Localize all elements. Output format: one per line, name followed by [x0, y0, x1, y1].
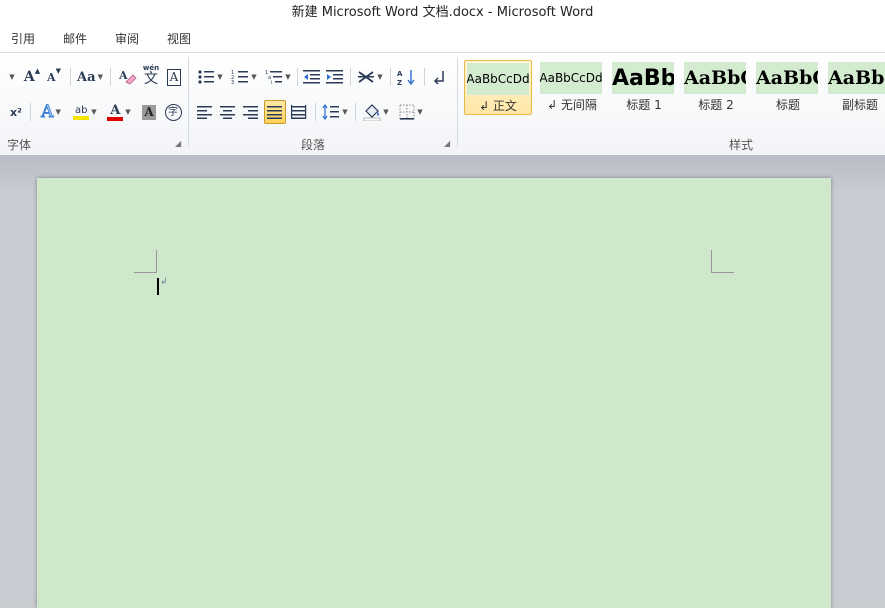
sort-button[interactable]: A Z [396, 66, 418, 88]
grow-font-button[interactable]: A ▲ [22, 66, 42, 88]
svg-text:3: 3 [231, 80, 234, 85]
character-shading-button[interactable]: A [139, 101, 159, 123]
style-heading-2[interactable]: AaBbC 标题 2 [682, 60, 750, 115]
decrease-indent-icon [303, 70, 320, 84]
phonetic-guide-icon: 文 [144, 71, 158, 87]
distributed-button[interactable] [289, 101, 309, 123]
tab-review[interactable]: 审阅 [115, 30, 139, 47]
change-case-icon: Aa [77, 69, 96, 85]
highlight-icon: ab [73, 105, 90, 120]
tab-references[interactable]: 引用 [11, 30, 35, 47]
window-title: 新建 Microsoft Word 文档.docx - Microsoft Wo… [0, 0, 885, 26]
bullets-icon [198, 70, 215, 84]
paragraph-group-label: 段落 [301, 138, 326, 152]
style-no-spacing[interactable]: AaBbCcDd ↲ 无间隔 [538, 60, 606, 115]
font-color-icon: A [107, 104, 124, 121]
align-left-button[interactable] [195, 101, 215, 123]
style-heading-1[interactable]: AaBb 标题 1 [610, 60, 678, 115]
svg-text:A: A [397, 70, 403, 78]
align-center-icon [220, 106, 235, 119]
numbering-button[interactable]: 1 2 3 ▼ [229, 66, 259, 88]
svg-text:i: i [271, 80, 272, 85]
style-sample: AaBbC [756, 62, 818, 94]
style-sample: AaBbC [828, 62, 885, 94]
style-subtitle[interactable]: AaBbC 副标题 [826, 60, 885, 115]
text-cursor [157, 278, 159, 295]
multilevel-list-icon: 1 a i [265, 70, 283, 85]
crop-mark-top-left [134, 250, 157, 273]
style-name: ↲ 正文 [479, 99, 517, 113]
style-name: ↲ 无间隔 [547, 98, 597, 112]
style-title[interactable]: AaBbC 标题 [754, 60, 822, 115]
numbering-icon: 1 2 3 [231, 70, 249, 85]
enclose-characters-icon: 字 [164, 103, 182, 121]
text-effects-button[interactable]: A ▼ [36, 101, 66, 123]
paragraph-dialog-launcher-icon[interactable]: ◢ [444, 139, 450, 148]
line-spacing-button[interactable]: ▼ [320, 101, 350, 123]
character-border-icon: A [166, 68, 182, 86]
enclose-characters-button[interactable]: 字 [162, 101, 184, 123]
paragraph-mark: ↲ [160, 277, 168, 287]
style-sample: AaBb [612, 62, 674, 94]
increase-indent-button[interactable] [325, 66, 345, 88]
multilevel-list-button[interactable]: 1 a i ▼ [263, 66, 293, 88]
align-center-button[interactable] [218, 101, 238, 123]
tab-view[interactable]: 视图 [167, 30, 191, 47]
align-right-button[interactable] [241, 101, 261, 123]
style-normal[interactable]: AaBbCcDd ↲ 正文 [464, 60, 532, 115]
justify-icon [267, 106, 282, 119]
font-size-dropdown[interactable]: ▼ [4, 66, 18, 88]
up-arrow-icon: ▲ [34, 67, 41, 75]
styles-group-label: 样式 [729, 138, 754, 152]
shading-button[interactable]: ▼ [361, 101, 391, 123]
shrink-font-icon: A [47, 70, 56, 84]
sort-icon: A Z [397, 70, 415, 86]
text-effects-icon: A [41, 102, 54, 123]
style-sample: AaBbCcDd [540, 62, 602, 94]
menu-bar: 引用 邮件 审阅 视图 [0, 26, 885, 52]
character-shading-icon: A [142, 104, 156, 120]
grow-font-icon: A [23, 69, 35, 85]
paint-bucket-icon [363, 104, 381, 121]
style-name: 标题 2 [698, 98, 734, 112]
text-highlight-button[interactable]: ab ▼ [70, 101, 100, 123]
style-name: 标题 [775, 98, 800, 112]
tab-mailings[interactable]: 邮件 [63, 30, 87, 47]
align-right-icon [243, 106, 258, 119]
svg-text:Z: Z [397, 79, 402, 86]
crop-mark-top-right [711, 250, 734, 273]
superscript-icon: x² [10, 105, 22, 119]
style-name: 标题 1 [626, 98, 662, 112]
justify-button[interactable] [264, 100, 286, 124]
style-sample: AaBbCcDd [467, 63, 529, 95]
chinese-layout-button[interactable]: ▼ [355, 66, 385, 88]
shrink-font-button[interactable]: A ▼ [44, 66, 64, 88]
distributed-icon [291, 105, 307, 119]
show-formatting-marks-button[interactable] [430, 66, 450, 88]
superscript-button[interactable]: x² [6, 101, 26, 123]
increase-indent-icon [326, 70, 343, 84]
clear-formatting-button[interactable]: A [116, 65, 138, 87]
font-color-button[interactable]: A ▼ [104, 101, 134, 123]
svg-text:A: A [118, 69, 128, 82]
down-arrow-icon: ▼ [55, 67, 61, 75]
document-page[interactable]: ↲ [37, 178, 831, 608]
font-dialog-launcher-icon[interactable]: ◢ [175, 139, 181, 148]
ribbon: ▼ A ▲ A ▼ Aa ▼ A wén 文 A x² A ▼ ab ▼ A ▼… [0, 52, 885, 156]
borders-button[interactable]: ▼ [396, 101, 426, 123]
chinese-layout-icon [358, 71, 375, 83]
style-sample: AaBbC [684, 62, 746, 94]
align-left-icon [197, 106, 212, 119]
borders-icon [399, 104, 415, 120]
style-name: 副标题 [841, 98, 878, 112]
font-group-label: 字体 [7, 138, 32, 152]
bullets-button[interactable]: ▼ [195, 66, 225, 88]
line-spacing-icon [322, 104, 340, 120]
phonetic-guide-button[interactable]: wén 文 [140, 63, 162, 89]
change-case-button[interactable]: Aa ▼ [76, 66, 104, 88]
decrease-indent-button[interactable] [302, 66, 322, 88]
clear-formatting-icon: A [118, 69, 137, 85]
character-border-button[interactable]: A [164, 66, 184, 88]
paragraph-mark-icon [433, 71, 444, 85]
